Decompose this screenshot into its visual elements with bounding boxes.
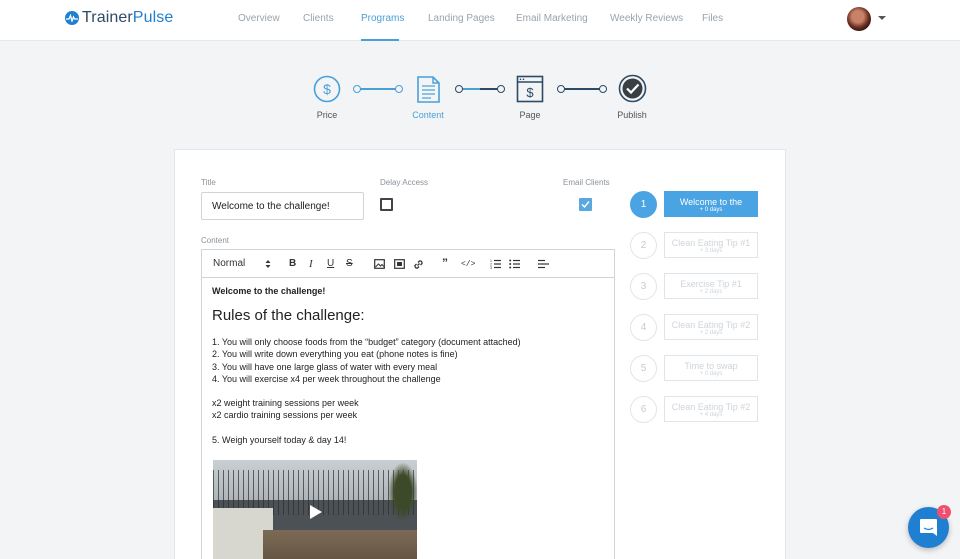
nav-clients[interactable]: Clients — [303, 13, 334, 24]
ordered-list-icon[interactable]: 123 — [490, 259, 501, 269]
nav-email-marketing[interactable]: Email Marketing — [516, 13, 588, 24]
sequence-item[interactable]: Welcome to the + 0 days — [664, 191, 758, 217]
list-item: 1. You will only choose foods from the “… — [212, 337, 521, 347]
list-item: 2. You will write down everything you ea… — [212, 349, 458, 360]
play-icon[interactable] — [310, 505, 322, 519]
top-navbar: TrainerPulse Overview Clients Programs L… — [0, 0, 960, 41]
sequence-number[interactable]: 3 — [630, 273, 657, 300]
rules-list: 1. You will only choose foods from the “… — [212, 336, 607, 385]
training-paragraph: x2 weight training sessions per week x2 … — [212, 397, 607, 422]
step-connector — [557, 85, 607, 93]
sequence-number[interactable]: 2 — [630, 232, 657, 259]
nav-overview[interactable]: Overview — [238, 13, 280, 24]
sequence-number[interactable]: 1 — [630, 191, 657, 218]
strikethrough-icon[interactable]: S — [346, 258, 353, 270]
sequence-item[interactable]: Clean Eating Tip #1 + 3 days — [664, 232, 758, 258]
underline-icon[interactable]: U — [327, 258, 334, 270]
step-label-page: Page — [519, 110, 541, 120]
chevron-down-icon[interactable] — [878, 16, 886, 20]
step-connector — [455, 85, 505, 93]
step-label-content: Content — [412, 110, 444, 120]
sequence-number[interactable]: 6 — [630, 396, 657, 423]
nav-files[interactable]: Files — [702, 13, 723, 24]
check-circle-icon[interactable] — [618, 74, 647, 103]
step-label-publish: Publish — [617, 110, 647, 120]
nav-weekly-reviews[interactable]: Weekly Reviews — [610, 13, 683, 24]
bullet-list-icon[interactable] — [509, 259, 520, 269]
bold-icon[interactable]: B — [289, 258, 296, 270]
sequence-item[interactable]: Clean Eating Tip #2 + 2 days — [664, 314, 758, 340]
content-label: Content — [201, 236, 230, 245]
list-item: x2 cardio training sessions per week — [212, 410, 358, 421]
avatar[interactable] — [847, 7, 871, 31]
content-heading: Welcome to the challenge! — [212, 286, 326, 296]
rich-text-editor: Normal B I U S ” </> 123 Welcome to the … — [201, 249, 615, 559]
nav-landing-pages[interactable]: Landing Pages — [428, 13, 495, 24]
title-input[interactable] — [201, 192, 364, 220]
weigh-in-line: 5. Weigh yourself today & day 14! — [212, 434, 347, 445]
svg-text:$: $ — [526, 85, 534, 100]
pulse-heart-icon — [65, 11, 79, 25]
image-icon[interactable] — [374, 259, 385, 269]
align-icon[interactable] — [538, 259, 549, 269]
email-clients-label: Email Clients — [563, 178, 610, 187]
quote-icon[interactable]: ” — [442, 257, 448, 269]
nav-programs[interactable]: Programs — [361, 13, 404, 24]
select-arrows-icon[interactable] — [265, 259, 271, 269]
italic-icon[interactable]: I — [309, 258, 313, 270]
code-icon[interactable]: </> — [461, 259, 475, 271]
sequence-number[interactable]: 5 — [630, 355, 657, 382]
sequence-item[interactable]: Clean Eating Tip #2 + 4 days — [664, 396, 758, 422]
delay-access-label: Delay Access — [380, 178, 429, 187]
svg-text:$: $ — [323, 81, 331, 97]
delay-access-checkbox[interactable] — [380, 198, 393, 211]
email-clients-checkbox[interactable] — [579, 198, 592, 211]
checkmark-icon — [581, 201, 590, 209]
sequence-item[interactable]: Time to swap + 0 days — [664, 355, 758, 381]
svg-text:3: 3 — [490, 266, 492, 269]
format-select[interactable]: Normal — [213, 258, 245, 269]
document-icon[interactable] — [414, 74, 442, 104]
video-icon[interactable] — [394, 259, 405, 269]
link-icon[interactable] — [413, 259, 424, 270]
step-connector — [353, 85, 403, 93]
sequence-number[interactable]: 4 — [630, 314, 657, 341]
list-item: 4. You will exercise x4 per week through… — [212, 373, 441, 384]
nav-active-indicator — [361, 39, 399, 41]
notification-badge: 1 — [937, 505, 951, 519]
page-dollar-icon[interactable]: $ — [516, 75, 544, 103]
content-subheading: Rules of the challenge: — [212, 307, 365, 324]
dollar-circle-icon[interactable]: $ — [313, 75, 341, 103]
brand-logo[interactable]: TrainerPulse — [65, 9, 173, 27]
editor-content[interactable]: Welcome to the challenge! Rules of the c… — [212, 286, 607, 446]
brand-name: TrainerPulse — [82, 9, 174, 26]
list-item: 3. You will have one large glass of wate… — [212, 361, 438, 372]
sequence-item[interactable]: Exercise Tip #1 + 2 days — [664, 273, 758, 299]
editor-toolbar: Normal B I U S ” </> 123 — [202, 250, 614, 278]
title-label: Title — [201, 178, 216, 187]
chat-icon — [920, 519, 937, 536]
list-item: x2 weight training sessions per week — [212, 398, 359, 409]
step-label-price: Price — [316, 110, 338, 120]
embedded-video[interactable] — [213, 460, 417, 559]
